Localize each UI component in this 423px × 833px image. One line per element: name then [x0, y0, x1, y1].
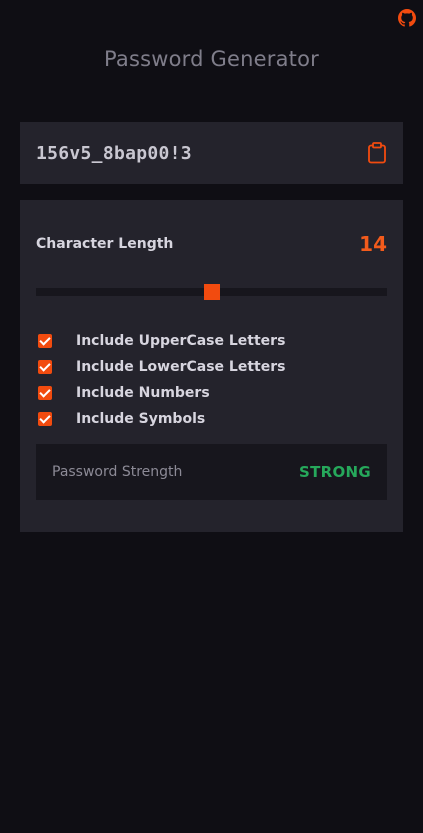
page-title: Password Generator — [103, 47, 319, 71]
settings-card: Character Length 14 Include UpperCase Le… — [20, 200, 403, 532]
option-numbers[interactable]: Include Numbers — [36, 380, 387, 406]
github-icon — [398, 9, 416, 27]
options-list: Include UpperCase Letters Include LowerC… — [36, 328, 387, 432]
password-strength-label: Password Strength — [52, 464, 183, 480]
password-output-box: 156v5_8bap00!3 — [20, 122, 403, 184]
password-generator-page: Password Generator 156v5_8bap00!3 Charac… — [0, 0, 423, 833]
numbers-checkbox[interactable] — [38, 386, 52, 400]
option-label: Include Numbers — [76, 385, 210, 401]
generated-password: 156v5_8bap00!3 — [36, 142, 192, 164]
length-slider[interactable] — [36, 284, 387, 300]
character-length-label: Character Length — [36, 236, 174, 252]
option-label: Include Symbols — [76, 411, 206, 427]
symbols-checkbox[interactable] — [38, 412, 52, 426]
character-length-value: 14 — [359, 232, 387, 256]
option-label: Include UpperCase Letters — [76, 333, 286, 349]
password-strength-value: STRONG — [298, 463, 371, 481]
option-lowercase[interactable]: Include LowerCase Letters — [36, 354, 387, 380]
password-strength-box: Password Strength STRONG — [36, 444, 387, 500]
lowercase-checkbox[interactable] — [38, 360, 52, 374]
option-symbols[interactable]: Include Symbols — [36, 406, 387, 432]
character-length-row: Character Length 14 — [36, 231, 387, 257]
github-link[interactable] — [398, 9, 416, 27]
uppercase-checkbox[interactable] — [38, 334, 52, 348]
option-uppercase[interactable]: Include UpperCase Letters — [36, 328, 387, 354]
clipboard-icon — [368, 142, 386, 164]
length-slider-thumb[interactable] — [203, 284, 220, 300]
option-label: Include LowerCase Letters — [76, 359, 286, 375]
copy-button[interactable] — [367, 142, 387, 164]
